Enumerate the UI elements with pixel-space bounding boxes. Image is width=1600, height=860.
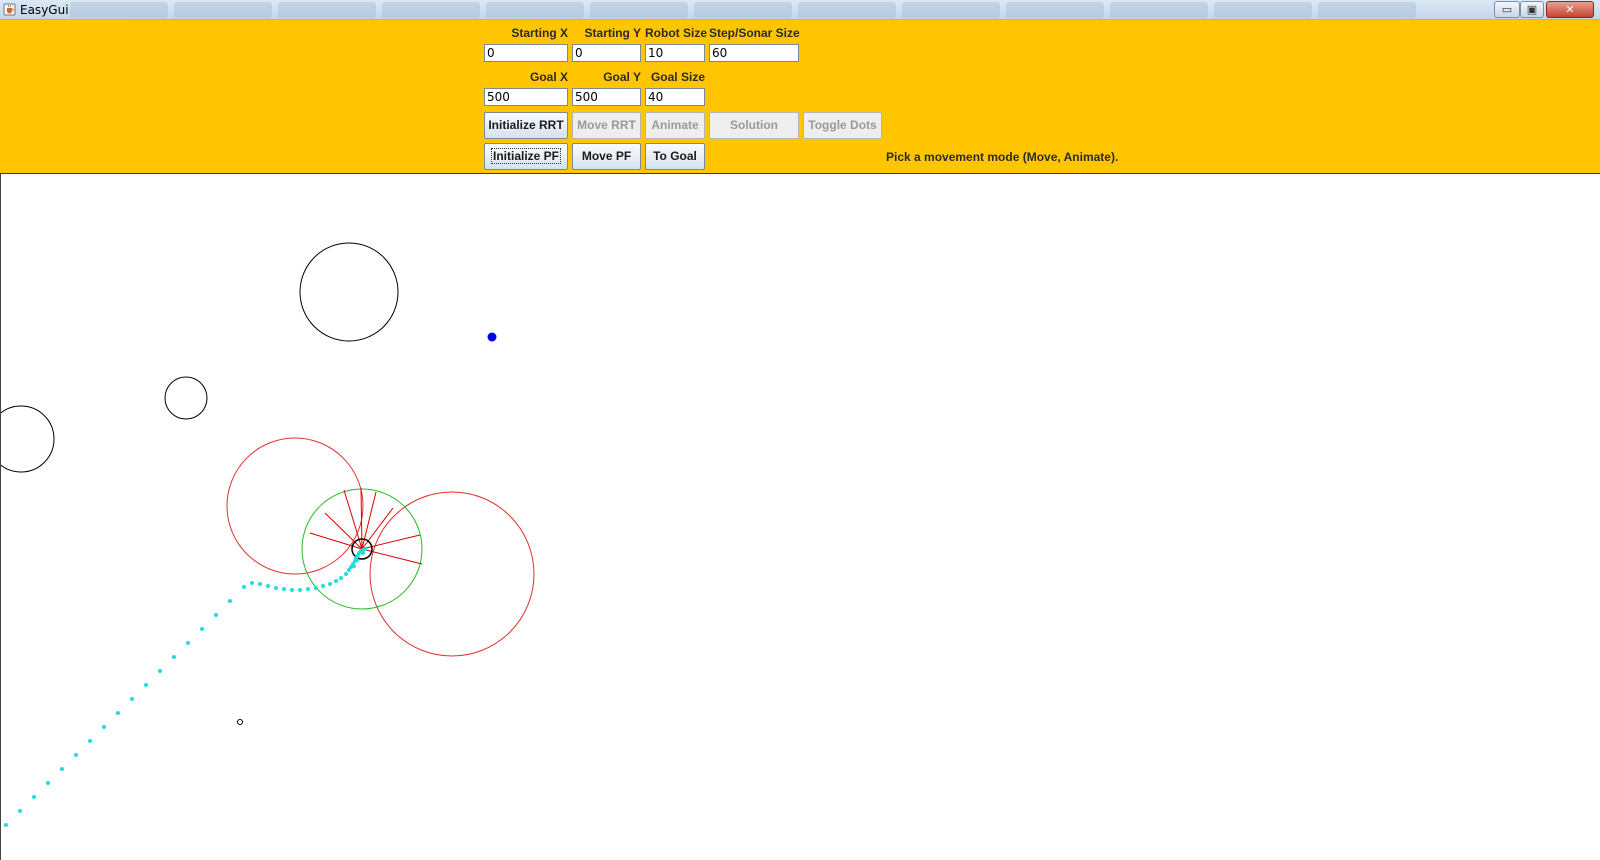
starting-y-field[interactable]: 0 — [572, 44, 641, 62]
obstacle-circle — [299, 242, 399, 342]
path-dots — [4, 547, 367, 827]
simulation-canvas[interactable] — [0, 174, 1600, 860]
close-button[interactable]: ✕ — [1546, 1, 1594, 18]
goal-x-field[interactable]: 500 — [484, 88, 568, 106]
sonar-hit-circle — [369, 491, 535, 657]
initialize-pf-label: Initialize PF — [490, 148, 562, 164]
obstacle-circle — [237, 719, 243, 725]
goal-size-field[interactable]: 40 — [645, 88, 705, 106]
sonar-hit-circle — [226, 437, 364, 575]
obstacle-circle — [164, 376, 208, 420]
background-taskbar — [70, 2, 1490, 18]
simulation-drawing — [1, 242, 535, 827]
status-message: Pick a movement mode (Move, Animate). — [886, 150, 1119, 164]
move-rrt-button[interactable]: Move RRT — [572, 112, 641, 139]
step-sonar-size-label: Step/Sonar Size — [709, 26, 800, 40]
solution-button[interactable]: Solution — [709, 112, 799, 139]
to-goal-button[interactable]: To Goal — [645, 143, 705, 170]
window-title-bar[interactable]: EasyGui ▭ ▣ ✕ — [0, 0, 1600, 20]
step-sonar-size-field[interactable]: 60 — [709, 44, 799, 62]
starting-y-label: Starting Y — [584, 26, 641, 40]
starting-x-label: Starting X — [511, 26, 568, 40]
control-panel: Starting X Starting Y Robot Size Step/So… — [0, 20, 1600, 174]
minimize-button[interactable]: ▭ — [1494, 1, 1520, 18]
starting-x-field[interactable]: 0 — [484, 44, 568, 62]
goal-y-field[interactable]: 500 — [572, 88, 641, 106]
goal-y-label: Goal Y — [603, 70, 641, 84]
window-title: EasyGui — [20, 3, 69, 17]
maximize-button[interactable]: ▣ — [1520, 1, 1544, 18]
java-cup-icon — [3, 3, 16, 16]
move-pf-button[interactable]: Move PF — [572, 143, 641, 170]
animate-button[interactable]: Animate — [645, 112, 705, 139]
goal-x-label: Goal X — [529, 70, 568, 84]
robot-size-label: Robot Size — [645, 26, 707, 40]
toggle-dots-button[interactable]: Toggle Dots — [803, 112, 882, 139]
obstacle-circle — [1, 405, 55, 473]
initialize-rrt-button[interactable]: Initialize RRT — [484, 112, 568, 139]
goal-marker — [487, 332, 497, 342]
goal-size-label: Goal Size — [650, 70, 705, 84]
sonar-rays — [309, 487, 423, 565]
robot-size-field[interactable]: 10 — [645, 44, 705, 62]
initialize-pf-button[interactable]: Initialize PF — [484, 143, 568, 170]
